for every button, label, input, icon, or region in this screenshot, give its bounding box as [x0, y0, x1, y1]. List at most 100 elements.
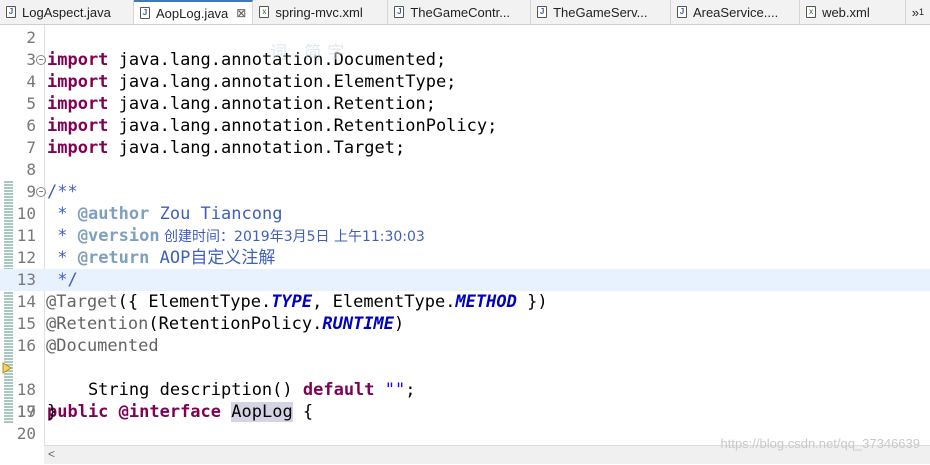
- import-keyword: import: [47, 138, 109, 158]
- fold-toggle-icon[interactable]: [36, 187, 46, 197]
- java-file-icon: [394, 6, 405, 18]
- tab-label: TheGameContr...: [410, 4, 511, 20]
- overflow-icon: »: [911, 4, 919, 20]
- editor-tab[interactable]: web.xml: [800, 0, 906, 24]
- line-number: 2: [26, 28, 36, 47]
- code-text: String description(): [47, 380, 303, 400]
- watermark: https://blog.csdn.net/qq_37346639: [720, 436, 921, 451]
- code-text: }): [516, 292, 548, 312]
- line-number: 18: [16, 380, 36, 399]
- string-literal: "": [374, 380, 406, 400]
- java-file-icon: [676, 6, 687, 18]
- line-number: 4: [26, 72, 36, 91]
- code-line: 19}: [0, 401, 930, 423]
- import-keyword: import: [47, 116, 109, 136]
- line-number: 10: [16, 204, 36, 223]
- line-number: 6: [26, 116, 36, 135]
- tab-overflow-button[interactable]: » 1: [906, 0, 930, 24]
- line-number: 7: [26, 138, 36, 157]
- code-text: }: [47, 402, 58, 422]
- xml-file-icon: [259, 6, 270, 18]
- code-line: 2: [0, 27, 930, 49]
- code-line: 7 import java.lang.annotation.Target;: [0, 137, 930, 159]
- enum-constant: RUNTIME: [322, 314, 395, 334]
- line-number: 15: [16, 314, 36, 333]
- line-number: 5: [26, 94, 36, 113]
- javadoc-version-value: 创建时间：2019年3月5日 上午11:30:03: [159, 229, 425, 245]
- java-file-icon: [140, 7, 150, 19]
- editor-tab[interactable]: AopLog.java ⊠: [134, 0, 254, 24]
- javadoc-author-tag: @author: [77, 204, 150, 224]
- code-line: 15 @Retention(RetentionPolicy.RUNTIME): [0, 313, 930, 335]
- editor-tab[interactable]: AreaService....: [671, 0, 801, 24]
- line-number: 16: [16, 336, 36, 355]
- import-path: java.lang.annotation.RetentionPolicy;: [108, 116, 498, 136]
- javadoc-author-value: Zou Tiancong: [149, 204, 283, 224]
- code-line: 18 String description() default "";: [0, 379, 930, 401]
- editor-tab[interactable]: spring-mvc.xml: [253, 0, 389, 24]
- line-number: 20: [16, 424, 36, 443]
- tab-label: TheGameServ...: [553, 4, 648, 20]
- code-line: 11 * @version 创建时间：2019年3月5日 上午11:30:03: [0, 225, 930, 247]
- code-line: 8: [0, 159, 930, 181]
- code-editor[interactable]: 2 3import java.lang.annotation.Documente…: [0, 25, 930, 445]
- tab-label: web.xml: [822, 4, 870, 20]
- line-number: 9: [26, 182, 36, 201]
- code-line: 6 import java.lang.annotation.RetentionPo…: [0, 115, 930, 137]
- java-file-icon: [6, 6, 16, 18]
- scroll-left-icon[interactable]: <: [48, 447, 55, 461]
- javadoc-return-value: AOP自定义注解: [149, 248, 276, 268]
- line-number: 8: [26, 160, 36, 179]
- javadoc-return-tag: @return: [77, 248, 150, 268]
- java-file-icon: [537, 6, 548, 18]
- import-path: java.lang.annotation.Target;: [108, 138, 406, 158]
- import-keyword: import: [47, 94, 109, 114]
- fold-toggle-icon[interactable]: [36, 55, 46, 65]
- retention-annotation: @Retention: [46, 314, 149, 334]
- override-marker-icon[interactable]: [2, 362, 12, 374]
- tab-label: AreaService....: [692, 4, 779, 20]
- default-keyword: default: [302, 380, 375, 400]
- editor-tab-bar: LogAspect.java AopLog.java ⊠ spring-mvc.xml…: [0, 0, 930, 25]
- import-path: java.lang.annotation.Retention;: [108, 94, 436, 114]
- code-line: 10 * @author Zou Tiancong: [0, 203, 930, 225]
- editor-tab[interactable]: LogAspect.java: [0, 0, 134, 24]
- editor-tab[interactable]: TheGameContr...: [388, 0, 532, 24]
- import-path: java.lang.annotation.ElementType;: [108, 72, 457, 92]
- javadoc-prefix: *: [47, 204, 78, 224]
- line-number: 19: [16, 402, 36, 421]
- code-line: 3import java.lang.annotation.Documented;: [0, 49, 930, 71]
- line-number: 14: [16, 292, 36, 311]
- code-text: ): [394, 314, 405, 334]
- target-annotation: @Target: [46, 292, 118, 312]
- import-keyword: import: [47, 72, 109, 92]
- line-number: 11: [16, 226, 36, 245]
- import-keyword: import: [47, 50, 109, 70]
- tab-label: LogAspect.java: [22, 4, 111, 20]
- line-number: 12: [16, 248, 36, 267]
- code-line: 9 /**: [0, 181, 930, 203]
- xml-file-icon: [806, 6, 817, 18]
- enum-constant: TYPE: [271, 292, 313, 312]
- close-tab-icon[interactable]: ⊠: [236, 6, 246, 20]
- enum-constant: METHOD: [455, 292, 517, 312]
- code-text: , ElementType.: [312, 292, 456, 312]
- line-number: 13: [16, 270, 36, 289]
- tab-label: AopLog.java: [156, 5, 229, 21]
- code-line: 16 @Documented: [0, 335, 930, 357]
- javadoc-prefix: *: [47, 248, 78, 268]
- faint-overlay-text: 词 简字: [270, 43, 351, 63]
- javadoc-version-tag: @version: [77, 226, 160, 246]
- code-text: ({ ElementType.: [117, 292, 272, 312]
- current-line: 13 */: [0, 269, 930, 291]
- code-text: ;: [405, 380, 416, 400]
- code-line: 17 public @interface AopLog {: [0, 357, 930, 422]
- code-line: 5 import java.lang.annotation.Retention;: [0, 93, 930, 115]
- tab-label: spring-mvc.xml: [275, 4, 363, 20]
- javadoc-prefix: *: [47, 226, 78, 246]
- code-line: 14 @Target({ ElementType.TYPE, ElementTyp…: [0, 291, 930, 313]
- editor-tab[interactable]: TheGameServ...: [531, 0, 671, 24]
- overflow-count: 1: [919, 7, 925, 17]
- code-text: (RetentionPolicy.: [148, 314, 323, 334]
- code-line: 4 import java.lang.annotation.ElementType…: [0, 71, 930, 93]
